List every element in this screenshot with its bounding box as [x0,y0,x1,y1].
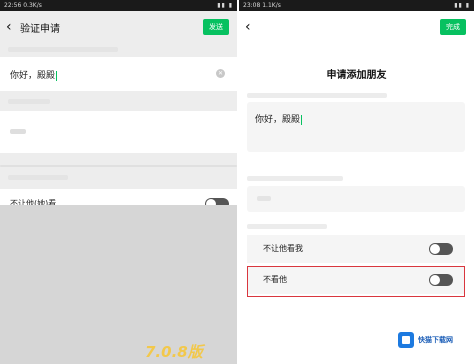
status-speed: 0.3K/s [23,2,42,9]
greeting-input[interactable]: 你好，殿殿 ✕ [0,57,237,91]
remark-input[interactable] [0,111,237,153]
hide-from-him-label: 不让他看我 [263,244,303,253]
remark-input[interactable] [247,186,465,212]
clear-input-icon[interactable]: ✕ [216,69,225,78]
greeting-text: 你好，殿殿 [255,115,301,125]
site-name: 快猫下载网 [418,335,453,344]
greeting-input[interactable]: 你好，殿殿 [247,102,465,152]
permission-section-label-blurred [247,224,327,229]
toggle-knob [430,244,440,254]
remark-section-label-blurred [247,176,343,181]
text-caret [56,70,58,81]
hide-from-him-toggle[interactable] [429,243,453,255]
message-section-label-blurred [247,93,387,98]
status-bar: 22:56 0.3K/s ▮▮ ▮ [0,0,237,11]
status-icons: ▮▮ ▮ [454,2,470,9]
text-caret [301,114,303,125]
version-badge: 7.0.8版 [145,343,203,361]
right-screenshot: 23:08 1.1K/s ▮▮ ▮ ‹ 完成 申请添加朋友 你好，殿殿 不让他看… [239,0,474,364]
status-time: 23:08 [243,2,261,9]
back-arrow-icon[interactable]: ‹ [6,19,12,35]
navigation-bar: ‹ 完成 [239,11,474,43]
send-button[interactable]: 发送 [203,19,229,35]
permission-section-label-blurred [0,153,237,189]
status-icons: ▮▮ ▮ [217,2,233,9]
site-watermark: 快猫下载网 [398,327,470,353]
remark-section-label-blurred [0,91,237,111]
highlight-box [247,266,465,297]
left-screenshot: 22:56 0.3K/s ▮▮ ▮ ‹ 验证申请 发送 你好，殿殿 ✕ 不让他(… [0,0,237,364]
page-title: 验证申请 [20,24,60,35]
done-button[interactable]: 完成 [440,19,466,35]
status-time: 22:56 [4,2,22,9]
site-logo-icon [398,332,414,348]
message-section-label-blurred [0,43,237,57]
status-speed: 1.1K/s [262,2,281,9]
back-arrow-icon[interactable]: ‹ [245,19,251,35]
navigation-bar: ‹ 验证申请 发送 [0,11,237,43]
page-title: 申请添加朋友 [326,70,387,81]
hide-from-him-row[interactable]: 不让他看我 [247,235,465,263]
greeting-text: 你好，殿殿 [10,71,56,81]
status-bar: 23:08 1.1K/s ▮▮ ▮ [239,0,474,11]
